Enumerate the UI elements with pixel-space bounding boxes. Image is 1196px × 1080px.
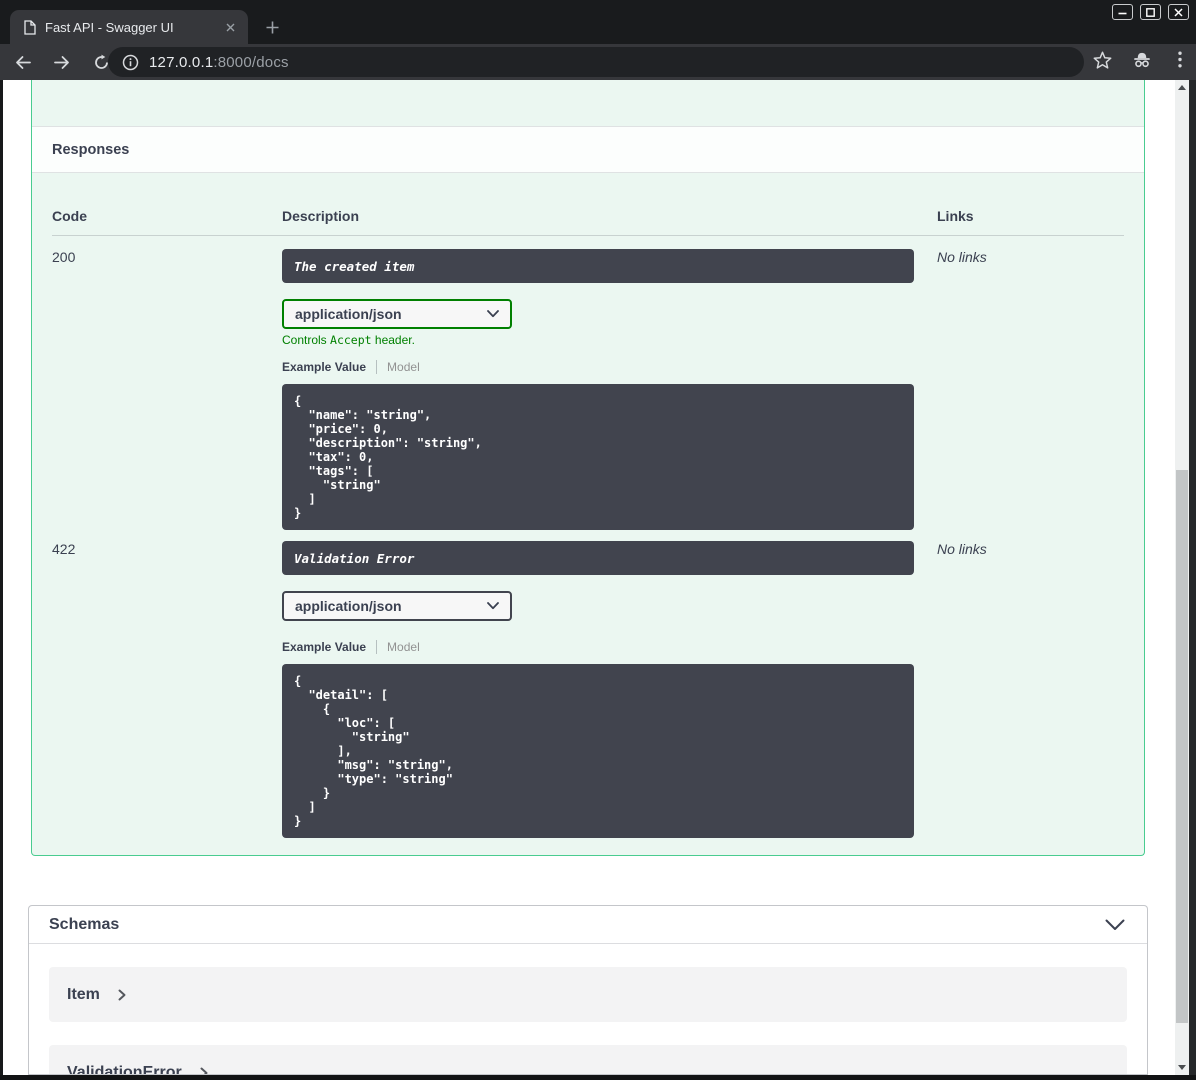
maximize-button[interactable] bbox=[1140, 4, 1161, 20]
url-host: 127.0.0.1 bbox=[149, 53, 214, 71]
tab-close-button[interactable] bbox=[220, 17, 240, 37]
responses-section-header: Responses bbox=[32, 126, 1144, 173]
scrollbar-thumb[interactable] bbox=[1176, 470, 1188, 1023]
tab-model[interactable]: Model bbox=[387, 360, 420, 374]
response-description-box: Validation Error bbox=[282, 541, 914, 575]
example-model-tabs: Example Value Model bbox=[282, 359, 937, 375]
window-frame-right bbox=[1189, 80, 1196, 1080]
new-tab-button[interactable] bbox=[258, 13, 286, 41]
responses-table: Code Description Links 200 The created i… bbox=[32, 173, 1144, 838]
close-icon bbox=[1174, 7, 1183, 17]
accept-note-prefix: Controls bbox=[282, 333, 331, 347]
response-description-text: The created item bbox=[294, 258, 415, 274]
close-icon bbox=[226, 23, 234, 31]
chevron-down-icon[interactable] bbox=[1105, 919, 1125, 931]
model-name: ValidationError bbox=[67, 1063, 182, 1075]
header-links: Links bbox=[937, 208, 974, 224]
window-frame-bottom bbox=[0, 1075, 1196, 1080]
example-json-block: { "name": "string", "price": 0, "descrip… bbox=[282, 384, 914, 530]
media-type-value: application/json bbox=[295, 598, 402, 614]
operation-block: Responses Code Description Links 200 The… bbox=[31, 80, 1145, 856]
example-model-tabs: Example Value Model bbox=[282, 639, 937, 655]
incognito-icon bbox=[1134, 52, 1150, 68]
page-scrollbar[interactable] bbox=[1175, 80, 1189, 1075]
schemas-body: Item ValidationError bbox=[29, 944, 1147, 1075]
document-icon bbox=[24, 19, 36, 35]
swagger-page: Responses Code Description Links 200 The… bbox=[3, 80, 1175, 1075]
tab-model[interactable]: Model bbox=[387, 640, 420, 654]
accept-note-code: Accept bbox=[330, 333, 372, 347]
schemas-header[interactable]: Schemas bbox=[29, 906, 1147, 944]
browser-tab[interactable]: Fast API - Swagger UI bbox=[10, 10, 248, 44]
schemas-section: Schemas Item ValidationError bbox=[28, 905, 1148, 1075]
window-frame-left bbox=[0, 80, 3, 1080]
url-path: :8000/docs bbox=[213, 53, 289, 71]
media-type-value: application/json bbox=[295, 306, 402, 322]
response-code: 200 bbox=[52, 249, 76, 265]
back-button[interactable] bbox=[10, 49, 36, 75]
response-description-text: Validation Error bbox=[294, 550, 415, 566]
tab-title: Fast API - Swagger UI bbox=[45, 19, 174, 35]
tab-divider bbox=[376, 360, 378, 374]
scroll-up-icon[interactable] bbox=[1178, 85, 1186, 90]
example-json-block: { "detail": [ { "loc": [ "string" ], "ms… bbox=[282, 664, 914, 838]
forward-button[interactable] bbox=[49, 49, 75, 75]
model-row-item[interactable]: Item bbox=[49, 967, 1127, 1022]
tab-example-value[interactable]: Example Value bbox=[282, 640, 366, 654]
incognito-indicator[interactable] bbox=[1132, 51, 1152, 73]
reload-icon bbox=[94, 54, 108, 69]
response-links: No links bbox=[937, 541, 987, 557]
browser-titlebar: Fast API - Swagger UI 127.0.0.1:8000/doc… bbox=[0, 0, 1196, 80]
bookmark-star-button[interactable] bbox=[1093, 51, 1112, 74]
chevron-right-icon bbox=[118, 989, 126, 1000]
address-bar[interactable]: 127.0.0.1:8000/docs bbox=[108, 47, 1084, 77]
chevron-right-icon bbox=[200, 1067, 208, 1074]
model-name: Item bbox=[67, 985, 100, 1003]
bookmark-star-icon bbox=[1093, 51, 1112, 69]
arrow-left-icon bbox=[16, 55, 31, 69]
minimize-button[interactable] bbox=[1112, 4, 1133, 20]
close-window-button[interactable] bbox=[1168, 4, 1189, 20]
responses-table-headers: Code Description Links bbox=[52, 208, 1124, 236]
url-text: 127.0.0.1:8000/docs bbox=[149, 54, 289, 71]
response-description-box: The created item bbox=[282, 249, 914, 283]
responses-title: Responses bbox=[52, 141, 130, 158]
model-row-validationerror[interactable]: ValidationError bbox=[49, 1045, 1127, 1075]
header-description: Description bbox=[282, 208, 360, 224]
kebab-menu-icon bbox=[1178, 51, 1182, 68]
tab-divider bbox=[376, 640, 378, 654]
opblock-spacer bbox=[32, 80, 1144, 126]
header-code: Code bbox=[52, 208, 87, 224]
info-circle-icon[interactable] bbox=[122, 54, 139, 71]
chevron-down-icon bbox=[487, 310, 499, 318]
chevron-down-icon bbox=[487, 602, 499, 610]
accept-header-note: Controls Accept header. bbox=[282, 333, 937, 347]
response-row-200: 200 The created item application/json Co… bbox=[52, 236, 1124, 530]
accept-note-suffix: header. bbox=[371, 333, 415, 347]
window-controls bbox=[1112, 4, 1189, 20]
plus-icon bbox=[266, 21, 278, 33]
media-type-select[interactable]: application/json bbox=[282, 591, 512, 621]
minimize-icon bbox=[1118, 12, 1127, 15]
tab-example-value[interactable]: Example Value bbox=[282, 360, 366, 374]
response-row-422: 422 Validation Error application/json Ex… bbox=[52, 541, 1124, 838]
schemas-title: Schemas bbox=[49, 915, 120, 933]
media-type-select[interactable]: application/json bbox=[282, 299, 512, 329]
arrow-right-icon bbox=[54, 55, 69, 69]
scroll-down-icon[interactable] bbox=[1178, 1065, 1186, 1070]
response-links: No links bbox=[937, 249, 987, 265]
browser-menu-button[interactable] bbox=[1172, 51, 1188, 73]
response-code: 422 bbox=[52, 541, 76, 557]
maximize-icon bbox=[1146, 7, 1155, 17]
